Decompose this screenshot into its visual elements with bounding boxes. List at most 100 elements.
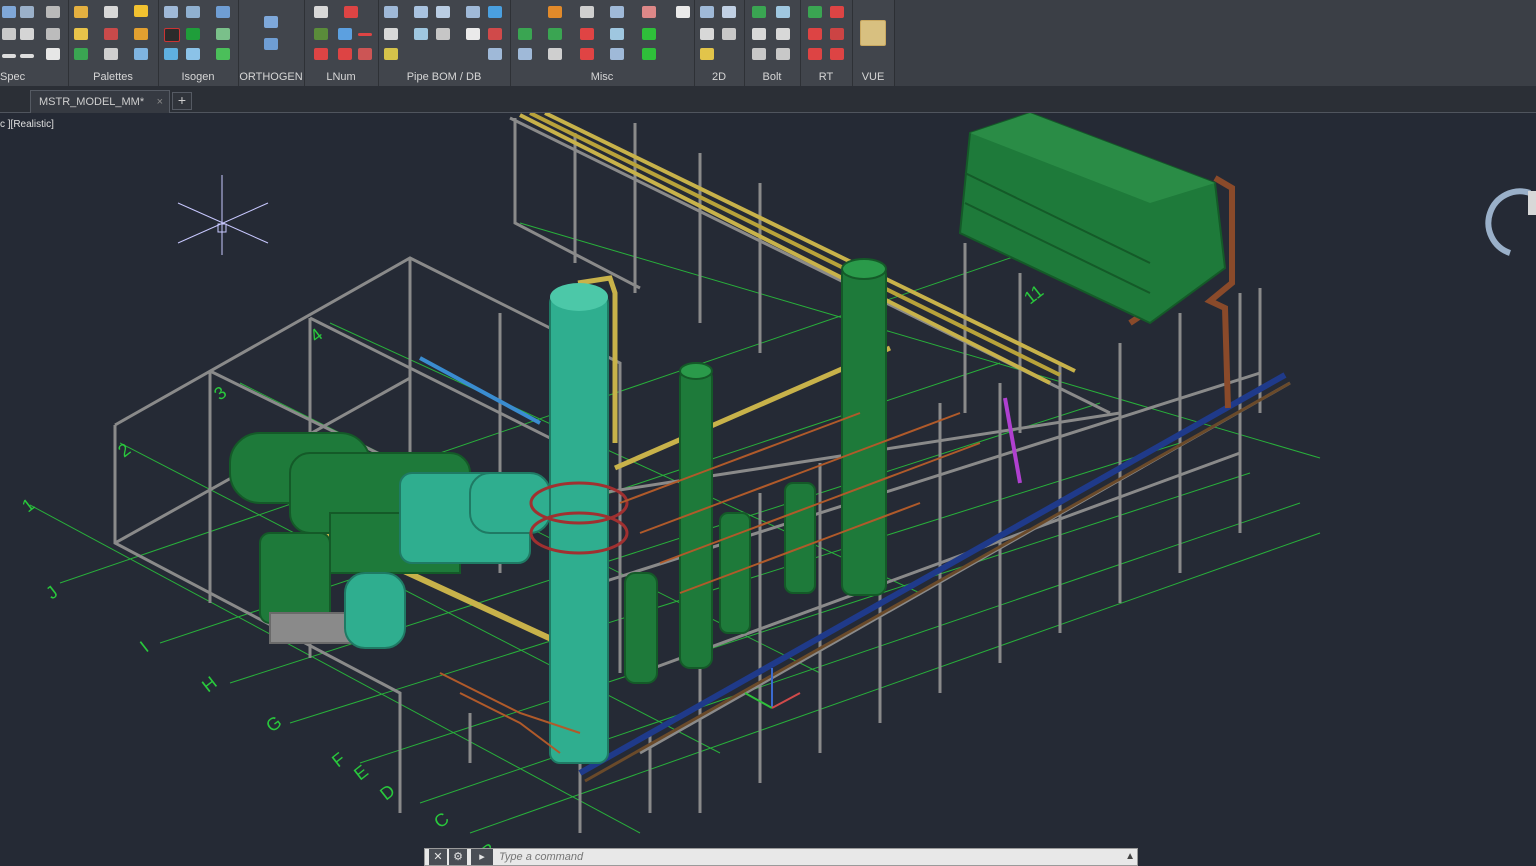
bom-page-icon[interactable]	[466, 28, 480, 40]
isogen-sheet-icon[interactable]	[186, 6, 200, 18]
orthogen-update-icon[interactable]	[264, 38, 278, 50]
bom-table-icon[interactable]	[384, 6, 398, 18]
lnum-num-icon[interactable]	[338, 48, 352, 60]
palette-gear-icon[interactable]	[104, 48, 118, 60]
bom-db-icon[interactable]	[414, 6, 428, 18]
model-viewport[interactable]: c ][Realistic] 1 2 3 4 J I H G F E D C 1…	[0, 113, 1536, 864]
misc-arrow-icon[interactable]	[580, 28, 594, 40]
rt-elbow-icon[interactable]	[808, 48, 822, 60]
isogen-check-icon[interactable]	[216, 48, 230, 60]
spec-dash-icon[interactable]	[2, 54, 16, 58]
palette-warning-icon[interactable]	[134, 5, 148, 17]
palette-arrow-icon[interactable]	[134, 28, 148, 40]
misc-align-icon[interactable]	[580, 6, 594, 18]
bom-doc-icon[interactable]	[384, 28, 398, 40]
bom-sync-icon[interactable]	[466, 6, 480, 18]
misc-ok-icon[interactable]	[642, 48, 656, 60]
bolt-list-icon[interactable]	[776, 48, 790, 60]
isogen-go-icon[interactable]	[186, 28, 200, 40]
lnum-arrow-icon[interactable]	[314, 28, 328, 40]
lnum-tag-icon[interactable]	[314, 48, 328, 60]
new-tab-button[interactable]: +	[172, 92, 192, 110]
misc-user-icon[interactable]	[548, 48, 562, 60]
isogen-view-icon[interactable]	[216, 6, 230, 18]
orthogen-create-icon[interactable]	[264, 16, 278, 28]
bom-grid-icon[interactable]	[488, 48, 502, 60]
bolt-measure-icon[interactable]	[776, 6, 790, 18]
spec-angle-icon[interactable]	[46, 28, 60, 40]
rt-grid-icon[interactable]	[808, 6, 822, 18]
bom-save-icon[interactable]	[414, 28, 428, 40]
misc-stop-icon[interactable]	[580, 48, 594, 60]
palette-valve-icon[interactable]	[74, 48, 88, 60]
isogen-refresh-icon[interactable]	[216, 28, 230, 40]
misc-move-icon[interactable]	[610, 28, 624, 40]
lnum-list-icon[interactable]	[314, 6, 328, 18]
ribbon: Spec Palettes Isogen ORTHOGEN LNum Pipe …	[0, 0, 1536, 86]
lnum-record-icon[interactable]	[344, 6, 358, 18]
bolt-set-icon[interactable]	[776, 28, 790, 40]
rt-bend-icon[interactable]	[830, 28, 844, 40]
misc-tools-icon[interactable]	[548, 6, 562, 18]
spec-edit-icon[interactable]	[2, 28, 16, 40]
vue-viewer-icon[interactable]	[860, 20, 886, 46]
grid-label-e: E	[350, 761, 372, 784]
command-prompt-icon[interactable]: ▸	[471, 849, 493, 865]
bom-print-icon[interactable]	[436, 28, 450, 40]
grid-label-j: J	[42, 582, 61, 603]
chevron-up-icon[interactable]: ▲	[1125, 849, 1135, 865]
spec-pipe-icon[interactable]	[20, 6, 34, 18]
tab-close-icon[interactable]: ×	[157, 91, 163, 113]
grid-label-1: 1	[18, 494, 38, 516]
spec-tool-icon[interactable]	[2, 6, 16, 18]
command-input[interactable]	[499, 849, 1099, 865]
misc-shape-icon[interactable]	[642, 6, 656, 18]
bom-gear-icon[interactable]	[384, 48, 398, 60]
bom-alert-icon[interactable]	[488, 28, 502, 40]
bolt-add-icon[interactable]	[752, 6, 766, 18]
palette-folder-icon[interactable]	[74, 6, 88, 18]
bom-report-icon[interactable]	[436, 6, 450, 18]
misc-view-icon[interactable]	[610, 48, 624, 60]
isogen-iso-icon[interactable]	[164, 48, 178, 60]
wrench-icon[interactable]: ⚙	[449, 849, 467, 865]
viewcube-icon	[1485, 188, 1536, 256]
lnum-diamond-icon[interactable]	[338, 28, 352, 40]
panel-orthogen: ORTHOGEN	[238, 0, 305, 86]
2d-frame-icon[interactable]	[700, 28, 714, 40]
grid-label-i: I	[136, 637, 152, 656]
viewport-label[interactable]: c ][Realistic]	[0, 119, 54, 130]
2d-sheet-icon[interactable]	[700, 6, 714, 18]
2d-title-icon[interactable]	[722, 28, 736, 40]
rt-delete-icon[interactable]	[830, 6, 844, 18]
palette-hammer-icon[interactable]	[104, 6, 118, 18]
close-icon[interactable]: ✕	[429, 849, 447, 865]
misc-plant-icon[interactable]	[518, 28, 532, 40]
spec-dash2-icon[interactable]	[20, 54, 34, 58]
palette-table-icon[interactable]	[74, 28, 88, 40]
tab-mstr-model[interactable]: MSTR_MODEL_MM* ×	[30, 90, 170, 113]
palette-flag-icon[interactable]	[104, 28, 118, 40]
rt-route-icon[interactable]	[808, 28, 822, 40]
misc-run-icon[interactable]	[642, 28, 656, 40]
2d-settings-icon[interactable]	[700, 48, 714, 60]
bolt-edit-icon[interactable]	[752, 28, 766, 40]
misc-grid-icon[interactable]	[610, 6, 624, 18]
grid-label-f: F	[328, 749, 349, 772]
isogen-export-icon[interactable]	[186, 48, 200, 60]
misc-db-icon[interactable]	[518, 48, 532, 60]
palette-grid-icon[interactable]	[134, 48, 148, 60]
2d-copy-icon[interactable]	[722, 6, 736, 18]
misc-note-icon[interactable]	[676, 6, 690, 18]
isogen-stop-icon[interactable]	[164, 28, 180, 42]
bom-link-icon[interactable]	[488, 6, 502, 18]
lnum-minus-icon[interactable]	[358, 33, 372, 36]
lnum-renum-icon[interactable]	[358, 48, 372, 60]
rt-tee-icon[interactable]	[830, 48, 844, 60]
spec-route-icon[interactable]	[46, 6, 60, 18]
bolt-size-icon[interactable]	[752, 48, 766, 60]
misc-globe-icon[interactable]	[548, 28, 562, 40]
spec-list-icon[interactable]	[46, 48, 60, 60]
isogen-config-icon[interactable]	[164, 6, 178, 18]
spec-line-icon[interactable]	[20, 28, 34, 40]
